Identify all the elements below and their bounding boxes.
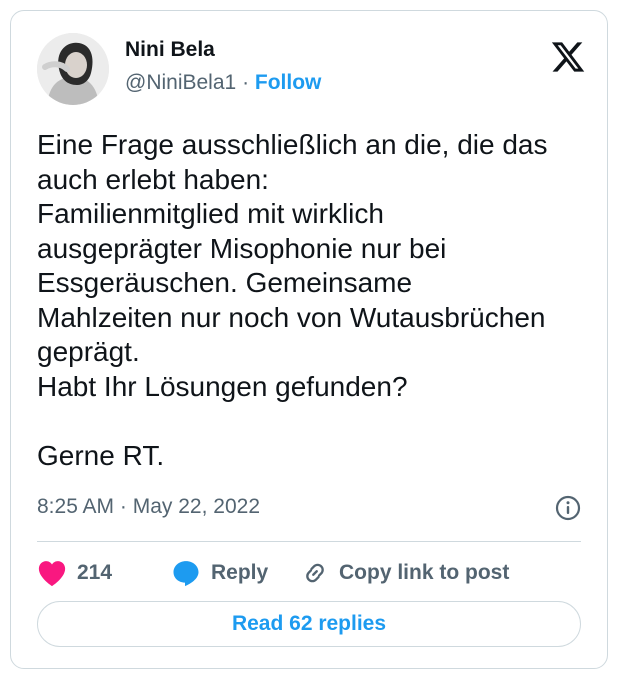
avatar[interactable] — [37, 33, 109, 105]
author-name[interactable]: Nini Bela — [125, 38, 215, 62]
read-replies-button[interactable]: Read 62 replies — [37, 601, 581, 647]
info-icon[interactable] — [555, 495, 581, 521]
link-icon — [306, 563, 324, 583]
read-replies-label: Read 62 replies — [231, 612, 387, 635]
reply-label: Reply — [211, 561, 269, 584]
tweet-card: Nini Bela @NiniBela1 · Follow Eine Frage… — [10, 10, 608, 669]
follow-button[interactable]: Follow — [255, 71, 322, 94]
copy-link-button[interactable]: Copy link to post — [301, 557, 509, 589]
tweet-text: Eine Frage ausschließlich an die, die da… — [37, 129, 548, 471]
like-button[interactable]: 214 — [37, 557, 112, 589]
tweet-date[interactable]: May 22, 2022 — [133, 495, 260, 518]
meta-separator: · — [119, 495, 127, 518]
copy-link-label: Copy link to post — [339, 561, 510, 584]
tweet-meta: 8:25 AM · May 22, 2022 — [37, 495, 260, 519]
divider — [37, 541, 581, 542]
reply-bubble-icon — [173, 561, 199, 587]
x-logo-icon[interactable] — [550, 39, 586, 75]
author-handle-row: @NiniBela1 · Follow — [125, 71, 321, 95]
like-count: 214 — [77, 561, 113, 584]
heart-icon — [38, 561, 66, 587]
author-handle[interactable]: @NiniBela1 — [125, 71, 236, 94]
tweet-time[interactable]: 8:25 AM — [37, 495, 114, 518]
handle-separator: · — [242, 71, 250, 94]
avatar-photo — [37, 33, 109, 105]
reply-button[interactable]: Reply — [171, 557, 268, 589]
